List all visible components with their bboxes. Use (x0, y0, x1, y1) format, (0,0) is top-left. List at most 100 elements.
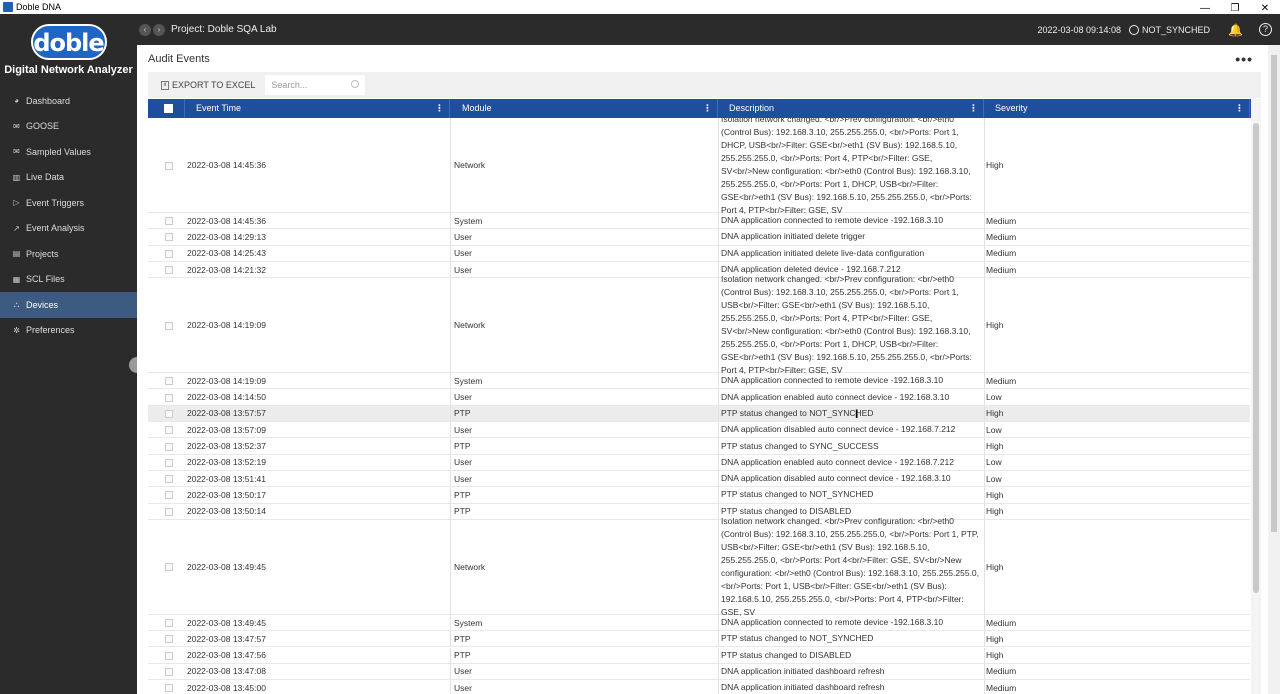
table-row[interactable]: 2022-03-08 13:52:37 PTP PTP status changed… (148, 438, 1250, 455)
severity-cell: Medium (986, 680, 1248, 694)
table-row[interactable]: 2022-03-08 14:21:32 User DNA application d… (148, 261, 1250, 279)
select-all-checkbox[interactable] (164, 104, 173, 113)
sidebar-item-projects[interactable]: ▤ Projects (0, 241, 137, 267)
module-cell-text: User (454, 264, 472, 275)
sidebar-item-dashboard[interactable]: ◕ Dashboard (0, 88, 137, 114)
table-row[interactable]: 2022-03-08 13:57:09 User DNA application d… (148, 422, 1250, 439)
row-checkbox[interactable] (165, 458, 173, 467)
module-cell: User (454, 229, 716, 244)
envelope-icon: ✉ (13, 147, 20, 157)
row-checkbox[interactable] (165, 233, 173, 242)
row-checkbox[interactable] (165, 635, 173, 644)
sync-status: NOT_SYNCHED (1129, 24, 1210, 35)
module-cell: User (454, 455, 716, 470)
row-checkbox[interactable] (165, 161, 173, 170)
table-row[interactable]: 2022-03-08 13:51:41 User DNA application d… (148, 471, 1250, 488)
forward-button[interactable]: › (153, 23, 165, 36)
column-divider (718, 663, 719, 680)
row-checkbox[interactable] (165, 409, 173, 418)
sidebar-item-event-triggers[interactable]: ▷ Event Triggers (0, 190, 137, 216)
description-cell-text: PTP status changed to NOT_SYNCHED (721, 407, 874, 418)
severity-cell: Medium (986, 262, 1248, 277)
row-checkbox[interactable] (165, 426, 173, 435)
table-row[interactable]: 2022-03-08 14:29:13 User DNA application i… (148, 229, 1250, 246)
sidebar-item-devices[interactable]: ⛬ Devices (0, 292, 137, 318)
table-row[interactable]: 2022-03-08 13:47:57 PTP PTP status changed… (148, 631, 1250, 648)
column-menu-icon[interactable]: ⋮ (1235, 99, 1244, 118)
severity-cell-text: High (986, 489, 1004, 500)
search-input[interactable] (265, 80, 346, 90)
column-menu-icon[interactable]: ⋮ (969, 99, 978, 118)
page-scrollbar[interactable] (1268, 45, 1280, 694)
table-row[interactable]: 2022-03-08 13:52:19 User DNA application e… (148, 454, 1250, 471)
severity-cell-text: Medium (986, 617, 1017, 628)
table-row[interactable]: 2022-03-08 13:57:57 PTP PTP status changed… (148, 405, 1250, 423)
sidebar-item-live-data[interactable]: ▥ Live Data (0, 165, 137, 191)
row-checkbox[interactable] (165, 619, 173, 628)
table-row[interactable]: 2022-03-08 14:19:09 System DNA application… (148, 373, 1250, 390)
table-row[interactable]: 2022-03-08 14:45:36 Network Isolation netw… (148, 118, 1250, 215)
event-time-cell: 2022-03-08 13:57:57 (187, 406, 447, 421)
table-row[interactable]: 2022-03-08 13:47:56 PTP PTP status changed… (148, 647, 1250, 664)
column-header-severity[interactable]: Severity ⋮ (984, 99, 1250, 118)
column-header-event-time[interactable]: Event Time ⋮ (185, 99, 450, 118)
severity-cell-text: Low (986, 457, 1002, 468)
table-row[interactable]: 2022-03-08 14:19:09 Network Isolation netw… (148, 274, 1250, 375)
help-icon[interactable]: ? (1259, 23, 1272, 36)
table-row[interactable]: 2022-03-08 14:45:36 System DNA application… (148, 213, 1250, 230)
row-checkbox[interactable] (165, 507, 173, 516)
row-checkbox[interactable] (165, 321, 173, 330)
table-row[interactable]: 2022-03-08 13:50:17 PTP PTP status changed… (148, 487, 1250, 504)
severity-cell-text: Medium (986, 375, 1017, 386)
sidebar-item-label: Preferences (26, 325, 75, 336)
row-checkbox[interactable] (165, 393, 173, 402)
table-row[interactable]: 2022-03-08 13:45:00 User DNA application i… (148, 680, 1250, 694)
table-row[interactable]: 2022-03-08 13:49:45 Network Isolation netw… (148, 516, 1250, 617)
devices-icon: ⛬ (13, 300, 20, 310)
column-divider (718, 389, 719, 405)
more-options-button[interactable]: ••• (1235, 51, 1253, 67)
back-button[interactable]: ‹ (139, 23, 151, 36)
sidebar-item-preferences[interactable]: ✲ Preferences (0, 318, 137, 344)
grid-scrollbar[interactable] (1251, 99, 1261, 694)
column-divider (718, 213, 719, 229)
description-cell: DNA application disabled auto connect de… (721, 471, 983, 486)
row-checkbox[interactable] (165, 667, 173, 676)
severity-cell: Low (986, 390, 1248, 405)
column-header-module[interactable]: Module ⋮ (450, 99, 718, 118)
current-datetime: 2022-03-08 09:14:08 (1037, 24, 1122, 35)
table-row[interactable]: 2022-03-08 14:14:50 User DNA application e… (148, 389, 1250, 406)
module-cell-text: System (454, 375, 483, 386)
row-checkbox[interactable] (165, 217, 173, 226)
row-checkbox[interactable] (165, 249, 173, 258)
row-checkbox[interactable] (165, 684, 173, 693)
sidebar-item-sampled-values[interactable]: ✉ Sampled Values (0, 139, 137, 165)
row-checkbox[interactable] (165, 377, 173, 386)
column-menu-icon[interactable]: ⋮ (703, 99, 712, 118)
sidebar-item-scl-files[interactable]: ▦ SCL Files (0, 267, 137, 293)
row-checkbox[interactable] (165, 442, 173, 451)
table-row[interactable]: 2022-03-08 13:47:08 User DNA application i… (148, 663, 1250, 681)
row-checkbox[interactable] (165, 651, 173, 660)
event-time-cell: 2022-03-08 14:29:13 (187, 229, 447, 244)
row-checkbox[interactable] (165, 563, 173, 572)
row-checkbox[interactable] (165, 475, 173, 484)
severity-cell: Low (986, 422, 1248, 437)
window-titlebar: Doble DNA — ❐ ✕ (0, 0, 1280, 14)
column-menu-icon[interactable]: ⋮ (435, 99, 444, 118)
table-row[interactable]: 2022-03-08 13:50:14 PTP PTP status changed… (148, 503, 1250, 520)
row-checkbox[interactable] (165, 266, 173, 275)
table-row[interactable]: 2022-03-08 13:49:45 System DNA application… (148, 614, 1250, 632)
export-to-excel-button[interactable]: x EXPORT TO EXCEL (148, 75, 261, 95)
table-row[interactable]: 2022-03-08 14:25:43 User DNA application i… (148, 245, 1250, 262)
column-header-description[interactable]: Description ⋮ (718, 99, 984, 118)
row-checkbox[interactable] (165, 491, 173, 500)
sidebar-item-goose[interactable]: ✉ GOOSE (0, 114, 137, 140)
sidebar-item-event-analysis[interactable]: ↗ Event Analysis (0, 216, 137, 242)
sidebar-item-label: Devices (26, 299, 59, 310)
bell-icon[interactable]: 🔔 (1228, 23, 1243, 37)
severity-cell-text: Medium (986, 264, 1017, 275)
page-scrollbar-thumb[interactable] (1271, 55, 1277, 532)
module-cell-text: System (454, 215, 483, 226)
grid-scrollbar-thumb[interactable] (1253, 123, 1259, 593)
